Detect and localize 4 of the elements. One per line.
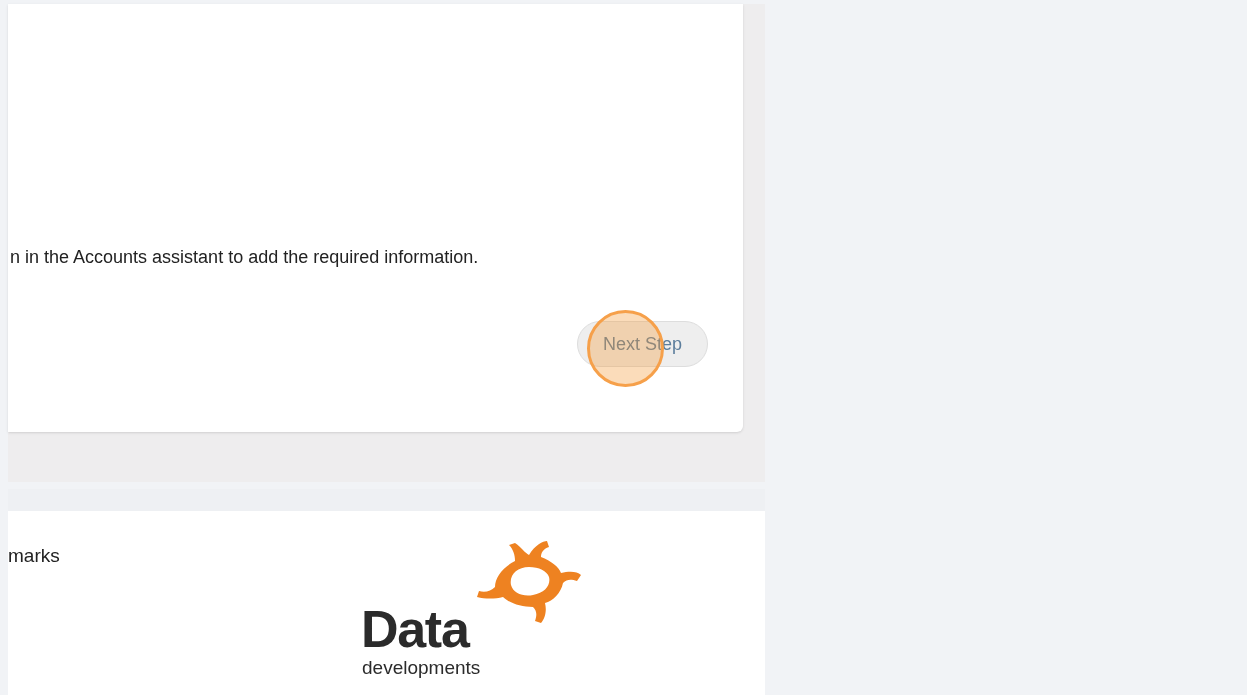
footer-text: marks [8,544,60,568]
logo-wordmark: Data [361,603,469,655]
logo-tagline: developments [362,658,481,677]
message-text: n in the Accounts assistant to add the required information. [10,246,479,269]
